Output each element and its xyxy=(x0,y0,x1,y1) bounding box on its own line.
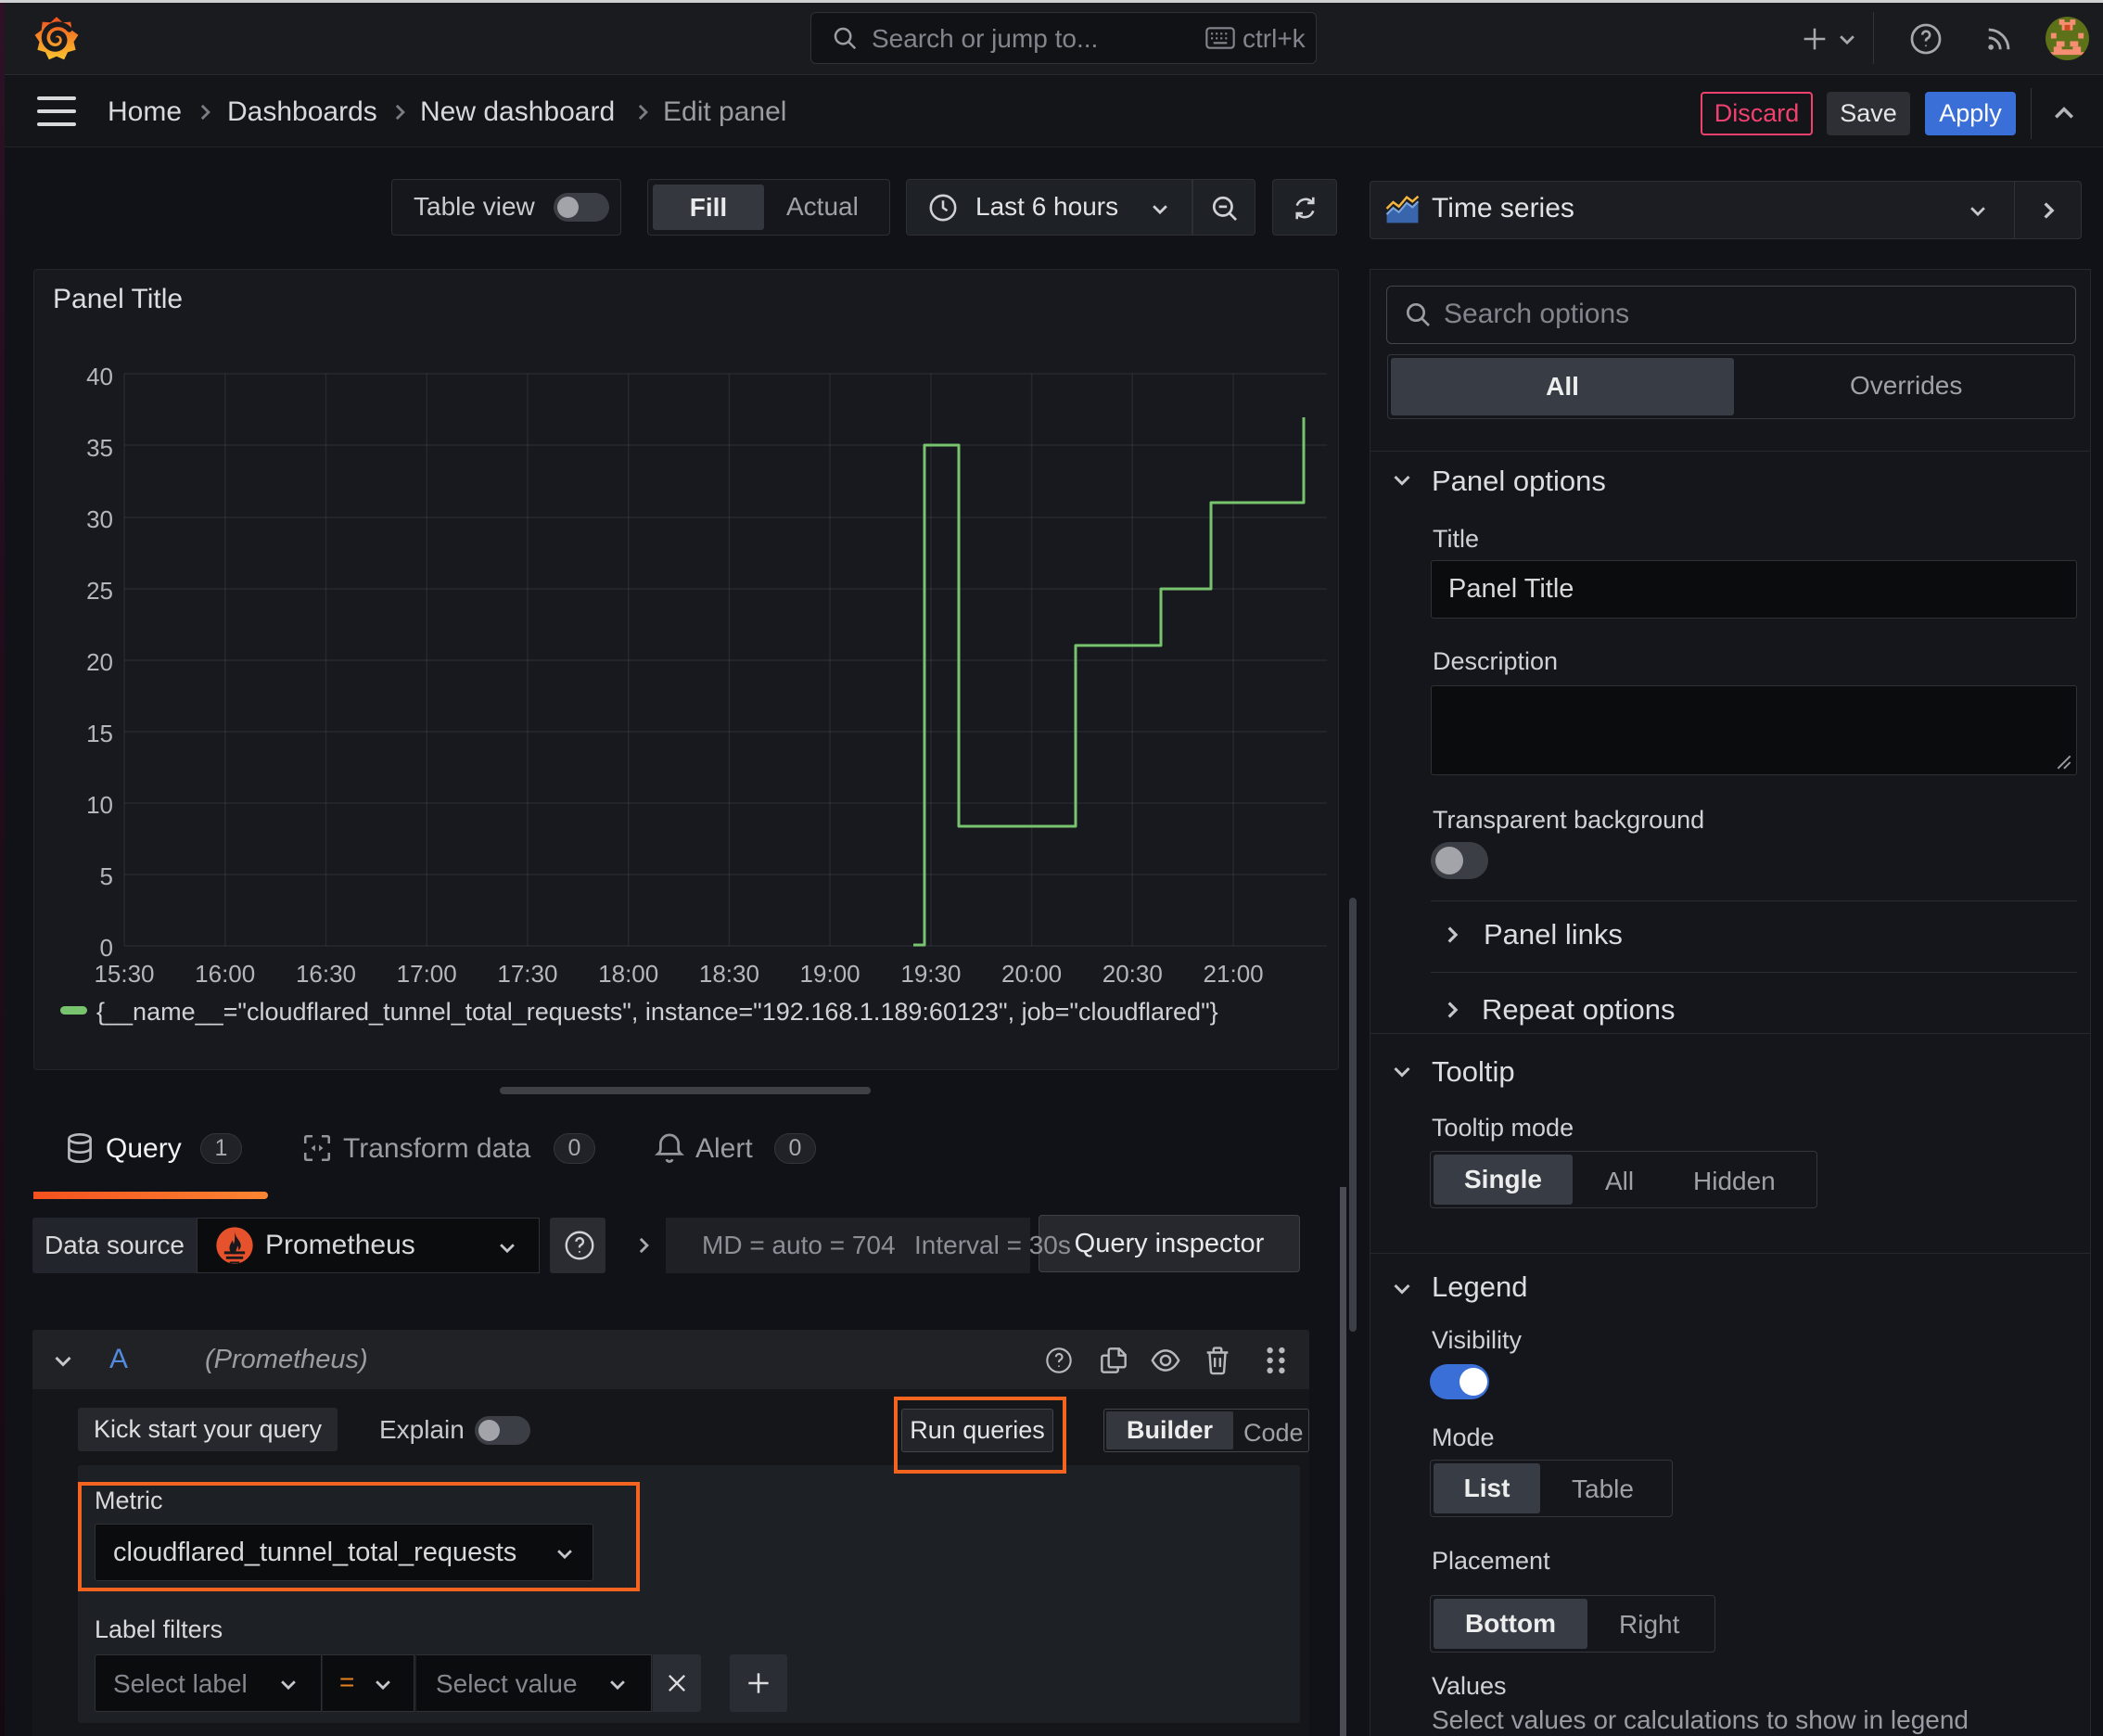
svg-text:30: 30 xyxy=(86,505,113,533)
svg-text:20:00: 20:00 xyxy=(1001,960,1062,988)
svg-text:17:30: 17:30 xyxy=(497,960,557,988)
svg-text:18:00: 18:00 xyxy=(598,960,658,988)
svg-text:35: 35 xyxy=(86,434,113,462)
svg-text:0: 0 xyxy=(100,934,113,962)
svg-text:16:30: 16:30 xyxy=(296,960,356,988)
svg-text:21:00: 21:00 xyxy=(1204,960,1264,988)
svg-text:5: 5 xyxy=(100,862,113,890)
svg-text:17:00: 17:00 xyxy=(397,960,457,988)
svg-text:19:30: 19:30 xyxy=(900,960,961,988)
svg-text:10: 10 xyxy=(86,791,113,819)
svg-text:15:30: 15:30 xyxy=(94,960,154,988)
svg-text:19:00: 19:00 xyxy=(800,960,860,988)
svg-text:18:30: 18:30 xyxy=(699,960,759,988)
svg-text:20: 20 xyxy=(86,648,113,676)
svg-text:25: 25 xyxy=(86,577,113,605)
svg-text:{__name__="cloudflared_tunnel_: {__name__="cloudflared_tunnel_total_requ… xyxy=(96,998,1218,1026)
svg-text:40: 40 xyxy=(86,363,113,390)
svg-text:20:30: 20:30 xyxy=(1102,960,1163,988)
svg-text:16:00: 16:00 xyxy=(195,960,255,988)
svg-text:15: 15 xyxy=(86,720,113,747)
